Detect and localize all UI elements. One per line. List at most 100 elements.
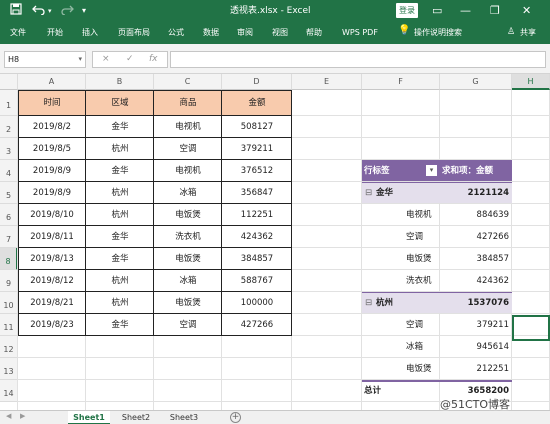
minimize-icon[interactable]: — [460,3,471,19]
column-header-d[interactable]: D [222,74,292,90]
tab-wps-pdf[interactable]: WPS PDF [342,27,378,39]
table-cell: 112251 [240,210,274,220]
table-cell: 金华 [111,166,129,176]
pivot-item-name: 空调 [406,320,424,330]
row-header-8[interactable]: 8 [0,248,18,270]
table-cell: 冰箱 [179,276,197,286]
tab-data[interactable]: 数据 [203,27,219,39]
table-border [18,247,292,248]
tab-file[interactable]: 文件 [10,27,26,39]
table-border [18,90,19,336]
row-header-3[interactable]: 3 [0,138,18,160]
close-icon[interactable]: ✕ [522,3,531,19]
select-all-corner[interactable] [0,74,18,90]
row-header-6[interactable]: 6 [0,204,18,226]
column-header-f[interactable]: F [362,74,440,90]
row-header-2[interactable]: 2 [0,116,18,138]
pivot-item-name: 冰箱 [406,342,424,352]
watermark: @51CTO博客 [440,398,511,411]
customize-toolbar-icon[interactable]: ▾ [82,3,86,19]
column-header-a[interactable]: A [18,74,86,90]
table-border [18,269,292,270]
column-header-h[interactable]: H [512,74,550,90]
ribbon-display-icon[interactable]: ▭ [432,3,442,19]
save-icon[interactable] [10,3,22,20]
row-header-14[interactable]: 14 [0,380,18,402]
column-header-e[interactable]: E [292,74,362,90]
row-header-1[interactable]: 1 [0,90,18,116]
table-cell: 电饭煲 [175,254,201,264]
table-cell: 379211 [240,144,274,154]
column-header-c[interactable]: C [154,74,222,90]
pivot-row-label-header: 行标签 [364,166,390,176]
table-cell: 2019/8/12 [30,276,74,286]
formula-input[interactable] [170,51,546,68]
column-header-b[interactable]: B [86,74,154,90]
table-cell: 2019/8/9 [32,188,72,198]
selected-cell[interactable] [512,315,550,341]
pivot-group-total: 1537076 [467,298,509,308]
table-border [18,291,292,292]
row-header-11[interactable]: 11 [0,314,18,336]
table-header-cell: 区域 [86,90,154,116]
add-sheet-button[interactable]: + [230,412,241,423]
tab-insert[interactable]: 插入 [82,27,98,39]
table-border [18,181,292,182]
table-cell: 2019/8/11 [30,232,74,242]
confirm-icon[interactable]: ✓ [126,52,134,67]
lightbulb-icon[interactable]: 💡 [398,25,410,37]
collapse-icon: ⊟ [365,188,373,198]
row-header-13[interactable]: 13 [0,358,18,380]
formula-bar: H8 ▾ × ✓ fx [0,44,550,74]
pivot-item-name: 电饭煲 [406,254,432,264]
table-cell: 2019/8/5 [32,144,72,154]
table-cell: 2019/8/2 [32,122,72,132]
row-header-7[interactable]: 7 [0,226,18,248]
row-header-10[interactable]: 10 [0,292,18,314]
name-box-value: H8 [8,55,20,64]
restore-icon[interactable]: ❐ [490,3,500,19]
table-border [221,90,222,336]
column-header-g[interactable]: G [440,74,512,90]
login-button[interactable]: 登录 [396,3,418,18]
sheet-tab-sheet1[interactable]: Sheet1 [68,411,110,424]
table-border [85,90,86,336]
row-header-4[interactable]: 4 [0,160,18,182]
undo-icon[interactable] [32,3,46,20]
share-button[interactable]: 共享 [520,27,536,39]
undo-dropdown-icon[interactable]: ▾ [48,3,52,19]
ribbon-tabs: 文件 开始 插入 页面布局 公式 数据 审阅 视图 帮助 WPS PDF 💡 操… [0,22,550,44]
tab-page-layout[interactable]: 页面布局 [118,27,150,39]
row-header-9[interactable]: 9 [0,270,18,292]
pivot-item-value: 945614 [476,342,509,352]
tell-me-search[interactable]: 操作说明搜索 [414,27,462,39]
sheet-tab-sheet2[interactable]: Sheet2 [114,411,158,424]
table-cell: 金华 [111,254,129,264]
sheet-tab-bar: ◀ ▶ Sheet1 Sheet2 Sheet3 + [0,410,550,424]
filter-dropdown-icon[interactable]: ▾ [426,165,437,176]
insert-function-icon[interactable]: fx [149,52,158,67]
tab-help[interactable]: 帮助 [306,27,322,39]
formula-buttons: × ✓ fx [92,51,168,68]
cancel-icon[interactable]: × [102,52,110,67]
redo-icon[interactable] [60,3,74,20]
chevron-down-icon[interactable]: ▾ [78,52,82,67]
table-cell: 588767 [240,276,274,286]
pivot-item-name: 洗衣机 [406,276,432,286]
row-header-12[interactable]: 12 [0,336,18,358]
tab-home[interactable]: 开始 [47,27,63,39]
table-cell: 金华 [111,232,129,242]
name-box[interactable]: H8 ▾ [4,51,86,68]
tab-formulas[interactable]: 公式 [168,27,184,39]
table-cell: 电饭煲 [175,210,201,220]
worksheet-grid[interactable]: ABCDEFGH 1 2 3 4 5 6 7 8 9 10 11 12 13 14 时间 区域 商品 金额 201… [0,74,550,410]
scroll-left-icon[interactable]: ◀ [6,412,11,420]
pivot-item-value: 427266 [476,232,509,242]
row-header-5[interactable]: 5 [0,182,18,204]
sheet-tab-sheet3[interactable]: Sheet3 [162,411,206,424]
table-border [18,159,292,160]
scroll-right-icon[interactable]: ▶ [20,412,25,420]
table-cell: 2019/8/13 [30,254,74,264]
tab-review[interactable]: 审阅 [237,27,253,39]
tab-view[interactable]: 视图 [272,27,288,39]
